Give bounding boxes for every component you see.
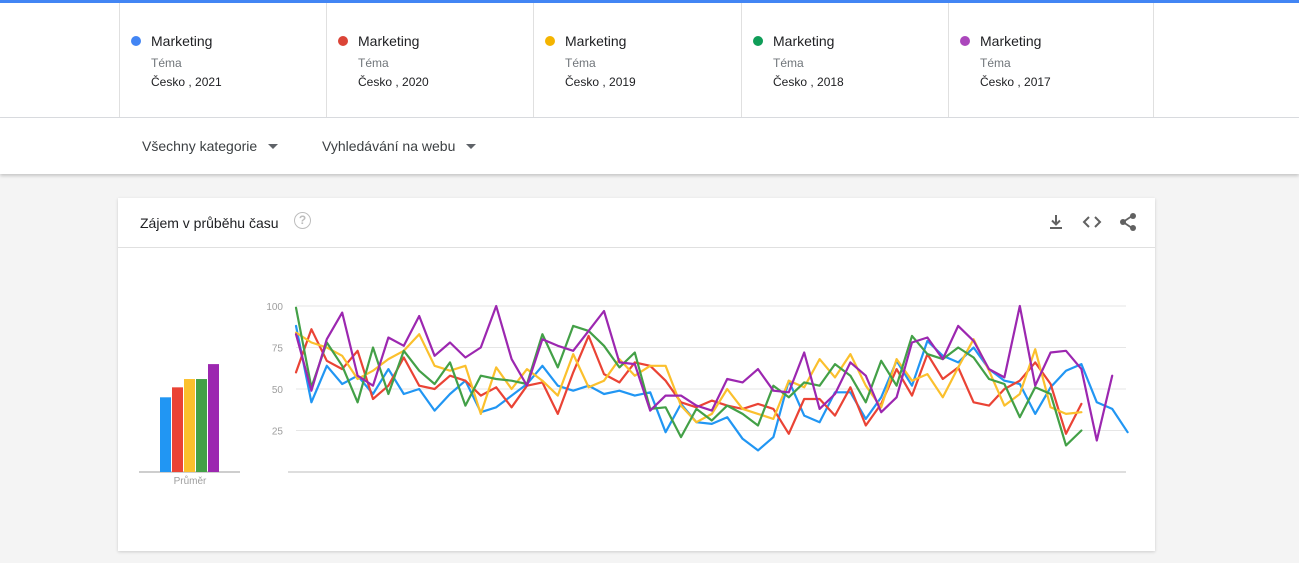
average-bar <box>184 379 195 472</box>
term-type: Téma <box>358 56 389 70</box>
term-region-year: Česko , 2018 <box>773 75 844 89</box>
category-filter-label: Všechny kategorie <box>142 138 258 154</box>
compare-term-card[interactable]: Marketing Téma Česko , 2021 <box>119 3 325 117</box>
series-line <box>294 328 1083 435</box>
interest-over-time-card: Zájem v průběhu času ? 25 50 75 100 Průměr <box>118 198 1155 551</box>
term-color-dot <box>131 36 141 46</box>
term-type: Téma <box>151 56 182 70</box>
y-tick-label: 50 <box>272 385 284 396</box>
compare-term-card[interactable]: Marketing Téma Česko , 2019 <box>533 3 739 117</box>
compare-term-card[interactable]: Marketing Téma Česko , 2018 <box>741 3 947 117</box>
term-name: Marketing <box>358 33 420 49</box>
search-type-filter-dropdown[interactable]: Vyhledávání na webu <box>322 138 477 154</box>
term-name: Marketing <box>151 33 213 49</box>
term-name: Marketing <box>773 33 835 49</box>
category-filter-dropdown[interactable]: Všechny kategorie <box>142 138 279 154</box>
average-bar <box>208 364 219 472</box>
term-type: Téma <box>980 56 1011 70</box>
y-tick-label: 75 <box>272 344 284 355</box>
average-bar <box>172 387 183 472</box>
filter-bar: Všechny kategorie Vyhledávání na webu <box>0 118 1299 174</box>
term-region-year: Česko , 2019 <box>565 75 636 89</box>
compare-terms-bar: Marketing Téma Česko , 2021 Marketing Téma Če… <box>0 3 1299 118</box>
term-region-year: Česko , 2017 <box>980 75 1051 89</box>
caret-down-icon <box>268 143 279 149</box>
y-tick-label: 100 <box>266 302 283 313</box>
compare-term-card[interactable]: Marketing Téma Česko , 2017 <box>948 3 1154 117</box>
average-bar <box>160 397 171 472</box>
compare-term-card[interactable]: Marketing Téma Česko , 2020 <box>326 3 532 117</box>
average-bar <box>196 379 207 472</box>
term-type: Téma <box>773 56 804 70</box>
term-name: Marketing <box>980 33 1042 49</box>
caret-down-icon <box>466 143 477 149</box>
term-color-dot <box>753 36 763 46</box>
term-color-dot <box>338 36 348 46</box>
term-region-year: Česko , 2021 <box>151 75 222 89</box>
term-color-dot <box>960 36 970 46</box>
term-region-year: Česko , 2020 <box>358 75 429 89</box>
search-type-filter-label: Vyhledávání na webu <box>322 138 456 154</box>
term-name: Marketing <box>565 33 627 49</box>
term-type: Téma <box>565 56 596 70</box>
average-label: Průměr <box>174 475 207 487</box>
interest-chart: 25 50 75 100 Průměr <box>139 302 1129 487</box>
y-tick-label: 25 <box>272 427 284 438</box>
series-line <box>294 324 1129 452</box>
term-color-dot <box>545 36 555 46</box>
